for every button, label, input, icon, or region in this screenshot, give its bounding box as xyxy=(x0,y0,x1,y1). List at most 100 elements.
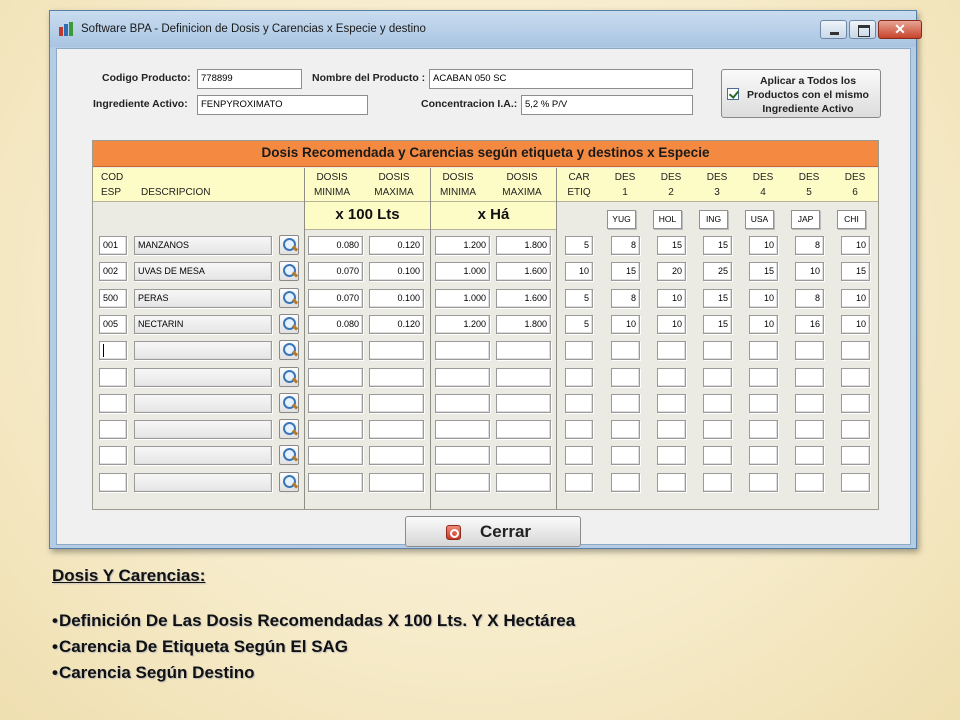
destination-button-2[interactable]: ING xyxy=(699,210,728,229)
destino-1-cell[interactable]: 15 xyxy=(611,262,640,281)
destino-4-cell[interactable] xyxy=(749,368,778,387)
cod-esp-cell[interactable]: 001 xyxy=(99,236,127,255)
dosis-min-ha-cell[interactable]: 1.000 xyxy=(435,289,490,308)
dosis-min-ha-cell[interactable] xyxy=(435,473,490,492)
search-icon[interactable] xyxy=(279,445,299,465)
dosis-max-100-cell[interactable]: 0.120 xyxy=(369,315,424,334)
destino-3-cell[interactable] xyxy=(703,341,732,360)
destino-6-cell[interactable] xyxy=(841,446,870,465)
search-icon[interactable] xyxy=(279,235,299,255)
nombre-producto-field[interactable]: ACABAN 050 SC xyxy=(429,69,693,89)
destino-6-cell[interactable] xyxy=(841,394,870,413)
destination-button-4[interactable]: JAP xyxy=(791,210,820,229)
destino-1-cell[interactable] xyxy=(611,368,640,387)
destino-3-cell[interactable] xyxy=(703,368,732,387)
dosis-max-ha-cell[interactable]: 1.800 xyxy=(496,236,551,255)
dosis-min-100-cell[interactable]: 0.080 xyxy=(308,315,363,334)
destino-1-cell[interactable] xyxy=(611,420,640,439)
codigo-producto-field[interactable]: 778899 xyxy=(197,69,302,89)
descripcion-cell[interactable]: UVAS DE MESA xyxy=(134,262,272,281)
search-icon[interactable] xyxy=(279,393,299,413)
destino-5-cell[interactable] xyxy=(795,420,824,439)
destino-6-cell[interactable]: 10 xyxy=(841,236,870,255)
destino-4-cell[interactable] xyxy=(749,446,778,465)
dosis-max-ha-cell[interactable]: 1.600 xyxy=(496,289,551,308)
dosis-min-ha-cell[interactable] xyxy=(435,394,490,413)
descripcion-cell[interactable] xyxy=(134,394,272,413)
destination-button-5[interactable]: CHI xyxy=(837,210,866,229)
destino-6-cell[interactable] xyxy=(841,368,870,387)
dosis-min-ha-cell[interactable] xyxy=(435,368,490,387)
carencia-etiqueta-cell[interactable] xyxy=(565,394,593,413)
destino-4-cell[interactable]: 15 xyxy=(749,262,778,281)
destino-3-cell[interactable]: 15 xyxy=(703,289,732,308)
concentracion-field[interactable]: 5,2 % P/V xyxy=(521,95,693,115)
cod-esp-cell[interactable]: 005 xyxy=(99,315,127,334)
destino-3-cell[interactable] xyxy=(703,473,732,492)
dosis-min-ha-cell[interactable] xyxy=(435,420,490,439)
destino-2-cell[interactable] xyxy=(657,368,686,387)
descripcion-cell[interactable]: PERAS xyxy=(134,289,272,308)
dosis-max-100-cell[interactable] xyxy=(369,394,424,413)
destination-button-0[interactable]: YUG xyxy=(607,210,636,229)
destino-5-cell[interactable] xyxy=(795,368,824,387)
minimize-button[interactable] xyxy=(820,20,847,39)
destino-1-cell[interactable]: 8 xyxy=(611,289,640,308)
dosis-min-100-cell[interactable] xyxy=(308,341,363,360)
carencia-etiqueta-cell[interactable]: 5 xyxy=(565,236,593,255)
dosis-max-ha-cell[interactable] xyxy=(496,446,551,465)
destino-6-cell[interactable]: 10 xyxy=(841,289,870,308)
cod-esp-cell[interactable] xyxy=(99,473,127,492)
destino-2-cell[interactable] xyxy=(657,473,686,492)
destino-6-cell[interactable]: 15 xyxy=(841,262,870,281)
apply-all-button[interactable]: Aplicar a Todos los Productos con el mis… xyxy=(721,69,881,118)
destino-3-cell[interactable] xyxy=(703,446,732,465)
close-window-button[interactable]: ✕ xyxy=(878,20,922,39)
search-icon[interactable] xyxy=(279,419,299,439)
destino-5-cell[interactable]: 16 xyxy=(795,315,824,334)
dosis-min-100-cell[interactable]: 0.070 xyxy=(308,262,363,281)
carencia-etiqueta-cell[interactable]: 5 xyxy=(565,315,593,334)
cod-esp-cell[interactable]: 500 xyxy=(99,289,127,308)
dosis-min-100-cell[interactable] xyxy=(308,420,363,439)
search-icon[interactable] xyxy=(279,340,299,360)
carencia-etiqueta-cell[interactable]: 10 xyxy=(565,262,593,281)
carencia-etiqueta-cell[interactable] xyxy=(565,473,593,492)
dosis-max-100-cell[interactable] xyxy=(369,341,424,360)
descripcion-cell[interactable]: MANZANOS xyxy=(134,236,272,255)
dosis-max-100-cell[interactable]: 0.100 xyxy=(369,289,424,308)
dosis-min-100-cell[interactable]: 0.080 xyxy=(308,236,363,255)
descripcion-cell[interactable]: NECTARIN xyxy=(134,315,272,334)
destination-button-3[interactable]: USA xyxy=(745,210,774,229)
dosis-min-100-cell[interactable] xyxy=(308,394,363,413)
destino-4-cell[interactable]: 10 xyxy=(749,315,778,334)
destino-6-cell[interactable] xyxy=(841,473,870,492)
destino-5-cell[interactable] xyxy=(795,446,824,465)
destino-2-cell[interactable]: 10 xyxy=(657,289,686,308)
search-icon[interactable] xyxy=(279,472,299,492)
destino-1-cell[interactable] xyxy=(611,341,640,360)
destino-5-cell[interactable]: 8 xyxy=(795,289,824,308)
destino-3-cell[interactable] xyxy=(703,420,732,439)
dosis-min-ha-cell[interactable]: 1.200 xyxy=(435,236,490,255)
descripcion-cell[interactable] xyxy=(134,420,272,439)
dosis-min-100-cell[interactable] xyxy=(308,473,363,492)
destino-1-cell[interactable] xyxy=(611,473,640,492)
destino-6-cell[interactable] xyxy=(841,420,870,439)
dosis-max-100-cell[interactable] xyxy=(369,473,424,492)
dosis-min-ha-cell[interactable] xyxy=(435,446,490,465)
destino-1-cell[interactable]: 10 xyxy=(611,315,640,334)
destino-3-cell[interactable]: 15 xyxy=(703,236,732,255)
title-bar[interactable]: Software BPA - Definicion de Dosis y Car… xyxy=(50,11,922,47)
destination-button-1[interactable]: HOL xyxy=(653,210,682,229)
search-icon[interactable] xyxy=(279,314,299,334)
destino-4-cell[interactable] xyxy=(749,473,778,492)
destino-6-cell[interactable]: 10 xyxy=(841,315,870,334)
search-icon[interactable] xyxy=(279,288,299,308)
search-icon[interactable] xyxy=(279,367,299,387)
carencia-etiqueta-cell[interactable] xyxy=(565,446,593,465)
maximize-button[interactable] xyxy=(849,20,876,39)
dosis-max-ha-cell[interactable]: 1.800 xyxy=(496,315,551,334)
destino-1-cell[interactable]: 8 xyxy=(611,236,640,255)
dosis-max-ha-cell[interactable]: 1.600 xyxy=(496,262,551,281)
